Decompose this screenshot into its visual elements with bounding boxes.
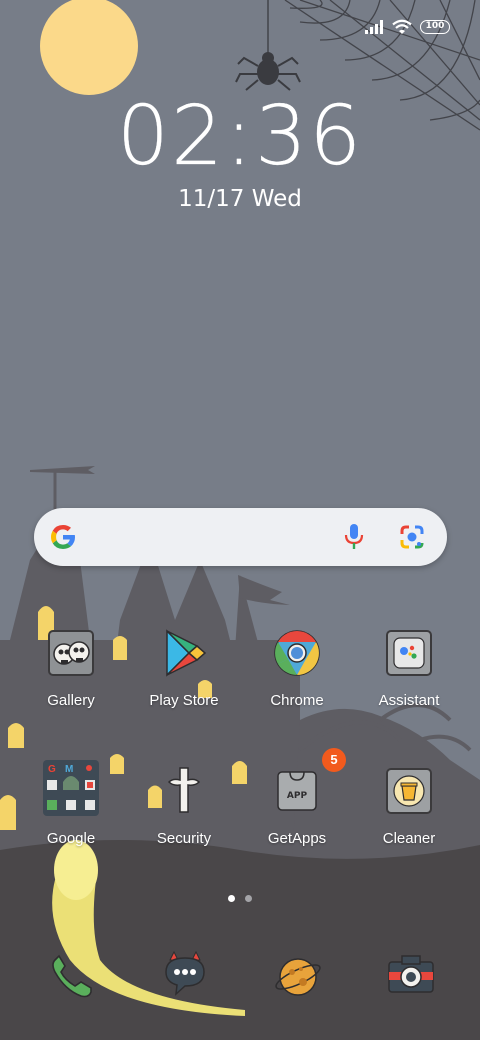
lens-icon[interactable] [398,523,426,551]
mic-icon[interactable] [342,522,366,552]
app-label: Assistant [378,692,440,709]
google-folder-icon: G M [43,760,99,816]
assistant-icon [384,628,434,678]
app-label: Security [156,830,212,847]
page-dot-active[interactable] [228,895,235,902]
home-screen: 100 02:36 11/17 Wed Gallery Play Store C… [0,0,480,1040]
app-label: Cleaner [382,830,436,847]
google-search-bar[interactable] [34,508,447,566]
app-security[interactable]: Security [129,766,239,847]
app-gallery[interactable]: Gallery [16,628,126,709]
chrome-icon [272,628,322,678]
wifi-icon [392,19,412,34]
app-assistant[interactable]: Assistant [354,628,464,709]
browser-icon[interactable] [273,950,323,1000]
status-bar: 100 [364,16,450,38]
getapps-icon: APP 5 [272,748,346,816]
app-label: Gallery [47,692,95,709]
google-g-icon [51,525,75,549]
app-label: Chrome [270,692,324,709]
play-store-icon [159,628,209,678]
gallery-icon [46,628,96,678]
app-play-store[interactable]: Play Store [129,628,239,709]
phone-icon[interactable] [47,950,97,1000]
app-chrome[interactable]: Chrome [242,628,352,709]
signal-icon [365,20,383,34]
battery-indicator: 100 [420,20,450,34]
messages-icon[interactable] [160,950,210,1000]
svg-text:G: G [48,764,56,775]
lock-date[interactable]: 11/17 Wed [0,186,480,212]
app-label: Play Store [149,692,219,709]
page-dot[interactable] [245,895,252,902]
app-cleaner[interactable]: Cleaner [354,766,464,847]
app-getapps[interactable]: APP 5 GetApps [242,748,352,847]
svg-text:M: M [65,764,73,775]
notification-badge: 5 [322,748,346,772]
camera-icon[interactable] [386,950,436,1000]
security-icon [159,766,209,816]
moon [40,0,138,95]
lock-clock[interactable]: 02:36 [0,91,480,182]
app-label: Google [46,830,96,847]
app-label: GetApps [267,830,327,847]
svg-text:APP: APP [287,791,308,801]
app-google-folder[interactable]: G M Google [16,760,126,847]
page-indicator [0,895,480,902]
cleaner-icon [384,766,434,816]
